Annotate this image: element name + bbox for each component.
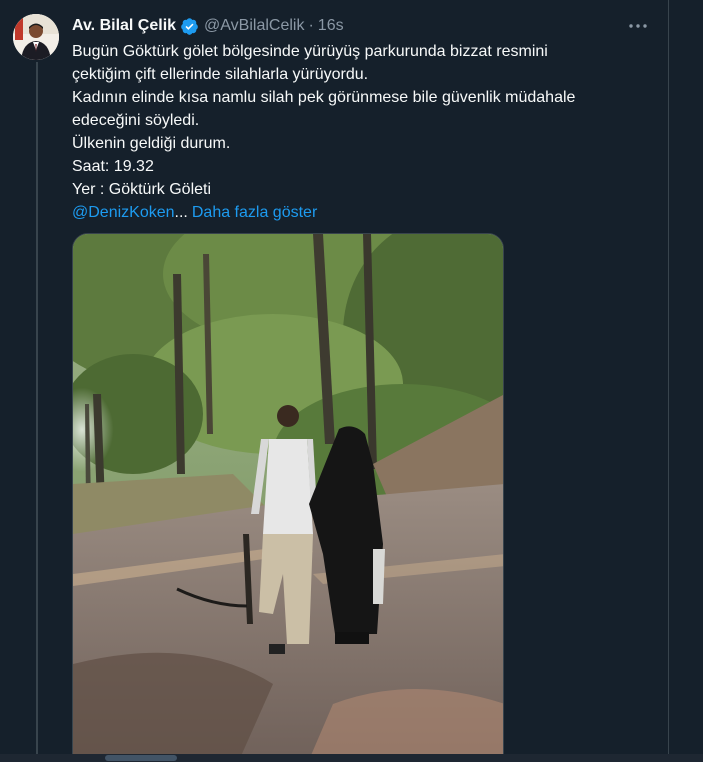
avatar[interactable] (13, 14, 59, 60)
avatar-image (13, 14, 59, 60)
tweet-text: Bugün Göktürk gölet bölgesinde yürüyüş p… (72, 40, 662, 224)
tweet-header: Av. Bilal Çelik @AvBilalCelik · 16s (72, 15, 344, 37)
timestamp[interactable]: 16s (318, 17, 344, 35)
tweet-view: Av. Bilal Çelik @AvBilalCelik · 16s Bugü… (0, 0, 703, 762)
forest-path-photo (73, 234, 503, 762)
verified-badge-icon (180, 17, 199, 36)
tweet-text-line: edeceğini söyledi. (72, 112, 200, 129)
tweet-photo[interactable] (72, 233, 504, 762)
user-handle[interactable]: @AvBilalCelik (204, 17, 304, 35)
display-name[interactable]: Av. Bilal Çelik (72, 17, 176, 35)
tweet-text-line: Kadının elinde kısa namlu silah pek görü… (72, 89, 576, 106)
tweet-text-line: Saat: 19.32 (72, 158, 154, 175)
more-options-icon[interactable] (627, 16, 649, 36)
ellipsis: ... (174, 204, 188, 221)
tweet-text-line: Yer : Göktürk Göleti (72, 181, 212, 198)
scrollbar-thumb[interactable] (105, 755, 177, 761)
tweet-text-line: Bugün Göktürk gölet bölgesinde yürüyüş p… (72, 43, 548, 60)
tweet-text-line: Ülkenin geldiği durum. (72, 135, 231, 152)
separator-dot: · (308, 17, 314, 34)
tweet-text-line: çektiğim çift ellerinde silahlarla yürüy… (72, 66, 369, 83)
thread-line (36, 62, 38, 762)
right-panel (669, 0, 703, 762)
show-more-link[interactable]: Daha fazla göster (192, 204, 317, 221)
mention-line: @DenizKoken... Daha fazla göster (72, 201, 662, 224)
mention-link[interactable]: @DenizKoken (72, 204, 175, 221)
